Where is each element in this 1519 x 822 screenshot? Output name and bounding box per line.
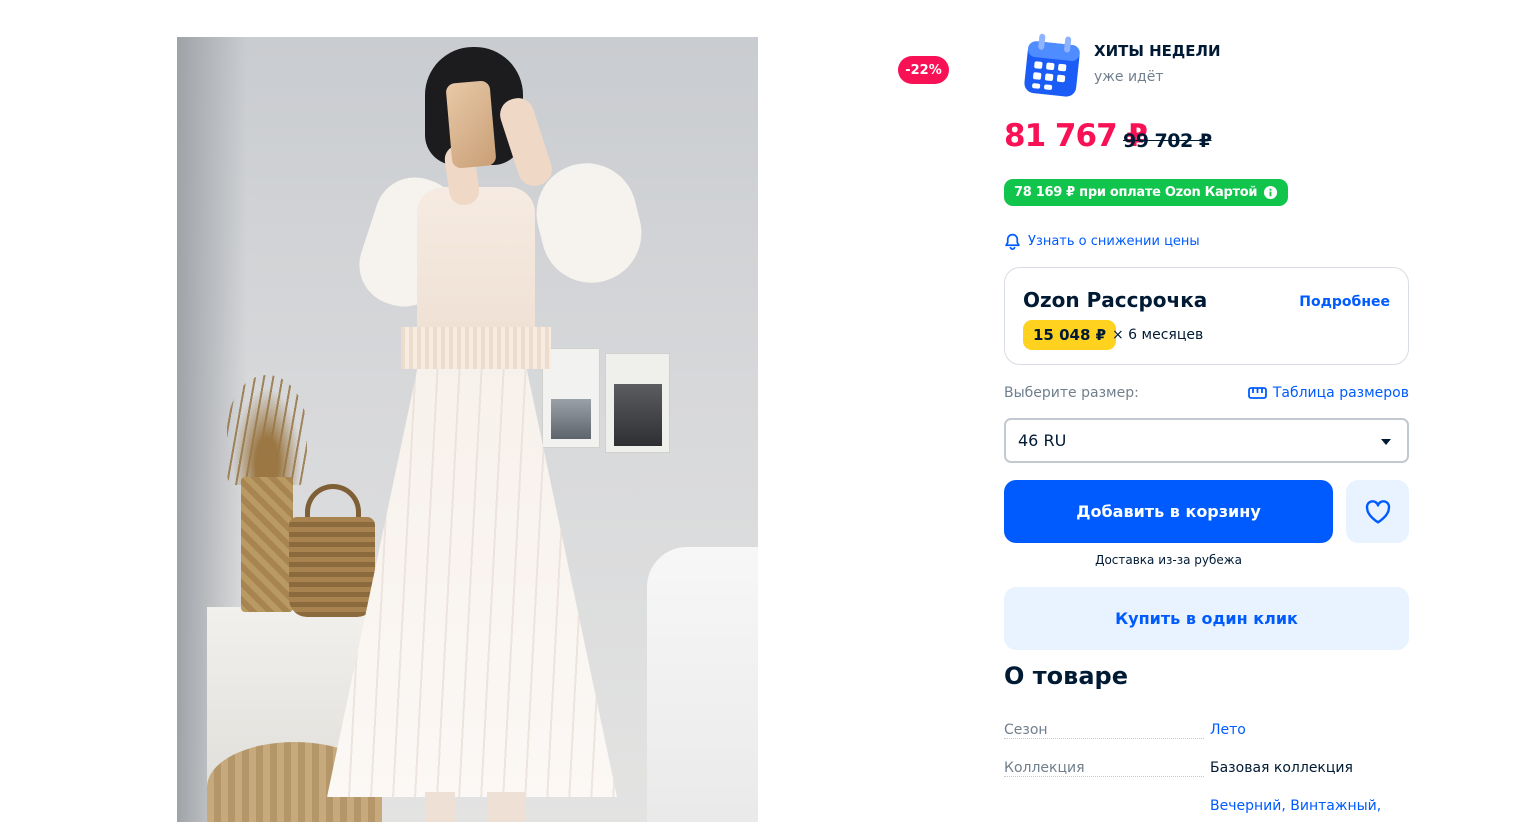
ruler-icon	[1247, 387, 1267, 399]
price-drop-notify-link[interactable]: Узнать о снижении цены	[1004, 233, 1200, 250]
discount-badge: -22%	[898, 56, 949, 84]
ozon-card-price-text: 78 169 ₽ при оплате Ozon Картой	[1014, 185, 1258, 200]
about-product-title: О товаре	[1004, 662, 1128, 690]
size-select[interactable]: 46 RU	[1004, 418, 1409, 463]
buy-one-click-button[interactable]: Купить в один клик	[1004, 587, 1409, 650]
model-phone	[445, 80, 497, 169]
size-table-label: Таблица размеров	[1272, 385, 1409, 401]
promo-subtitle: уже идёт	[1094, 69, 1164, 85]
price-drop-notify-label: Узнать о снижении цены	[1028, 234, 1200, 249]
product-photo[interactable]	[177, 37, 758, 822]
size-select-value: 46 RU	[1018, 431, 1067, 450]
spec-dots	[1004, 776, 1204, 777]
installment-months: × 6 месяцев	[1112, 327, 1204, 343]
add-to-cart-button[interactable]: Добавить в корзину	[1004, 480, 1333, 543]
spec-name: Сезон	[1004, 722, 1052, 738]
photo-bed	[647, 547, 758, 822]
spec-value: Базовая коллекция	[1210, 760, 1353, 776]
ozon-card-price-badge[interactable]: 78 169 ₽ при оплате Ozon Картой	[1004, 179, 1289, 206]
spec-row: Вечерний, Винтажный,	[1004, 798, 1409, 820]
spec-value[interactable]: Лето	[1210, 722, 1246, 738]
info-icon[interactable]	[1263, 185, 1278, 200]
bell-icon	[1005, 233, 1020, 250]
installment-more-link[interactable]: Подробнее	[1299, 294, 1390, 310]
old-price: 99 702 ₽	[1123, 130, 1212, 152]
promo-title[interactable]: ХИТЫ НЕДЕЛИ	[1094, 42, 1221, 60]
photo-vase	[241, 477, 293, 612]
spec-name: Коллекция	[1004, 760, 1089, 776]
spec-row: Коллекция Базовая коллекция	[1004, 760, 1409, 782]
installment-card[interactable]: Ozon Рассрочка Подробнее 15 048 ₽ × 6 ме…	[1004, 267, 1409, 365]
delivery-note: Доставка из-за рубежа	[1095, 553, 1242, 567]
installment-monthly-amount: 15 048 ₽	[1023, 320, 1117, 350]
spec-row: Сезон Лето	[1004, 722, 1409, 744]
product-page: -22% ХИТЫ НЕДЕЛИ уже идёт 81 767 ₽ 99 70…	[0, 0, 1519, 822]
favorite-button[interactable]	[1346, 480, 1409, 543]
installment-title: Ozon Рассрочка	[1023, 288, 1208, 312]
photo-dried-flowers	[227, 375, 307, 485]
photo-basket	[289, 517, 375, 617]
heart-icon	[1365, 499, 1390, 523]
size-label: Выберите размер:	[1004, 385, 1139, 401]
model-legs	[425, 792, 525, 822]
chevron-down-icon	[1381, 439, 1391, 445]
spec-value[interactable]: Вечерний, Винтажный,	[1210, 798, 1381, 814]
size-table-link[interactable]: Таблица размеров	[1247, 385, 1409, 401]
calendar-icon	[1024, 33, 1080, 97]
spec-dots	[1004, 738, 1204, 739]
dress-lace-waist	[401, 327, 551, 369]
photo-poster	[605, 353, 670, 453]
